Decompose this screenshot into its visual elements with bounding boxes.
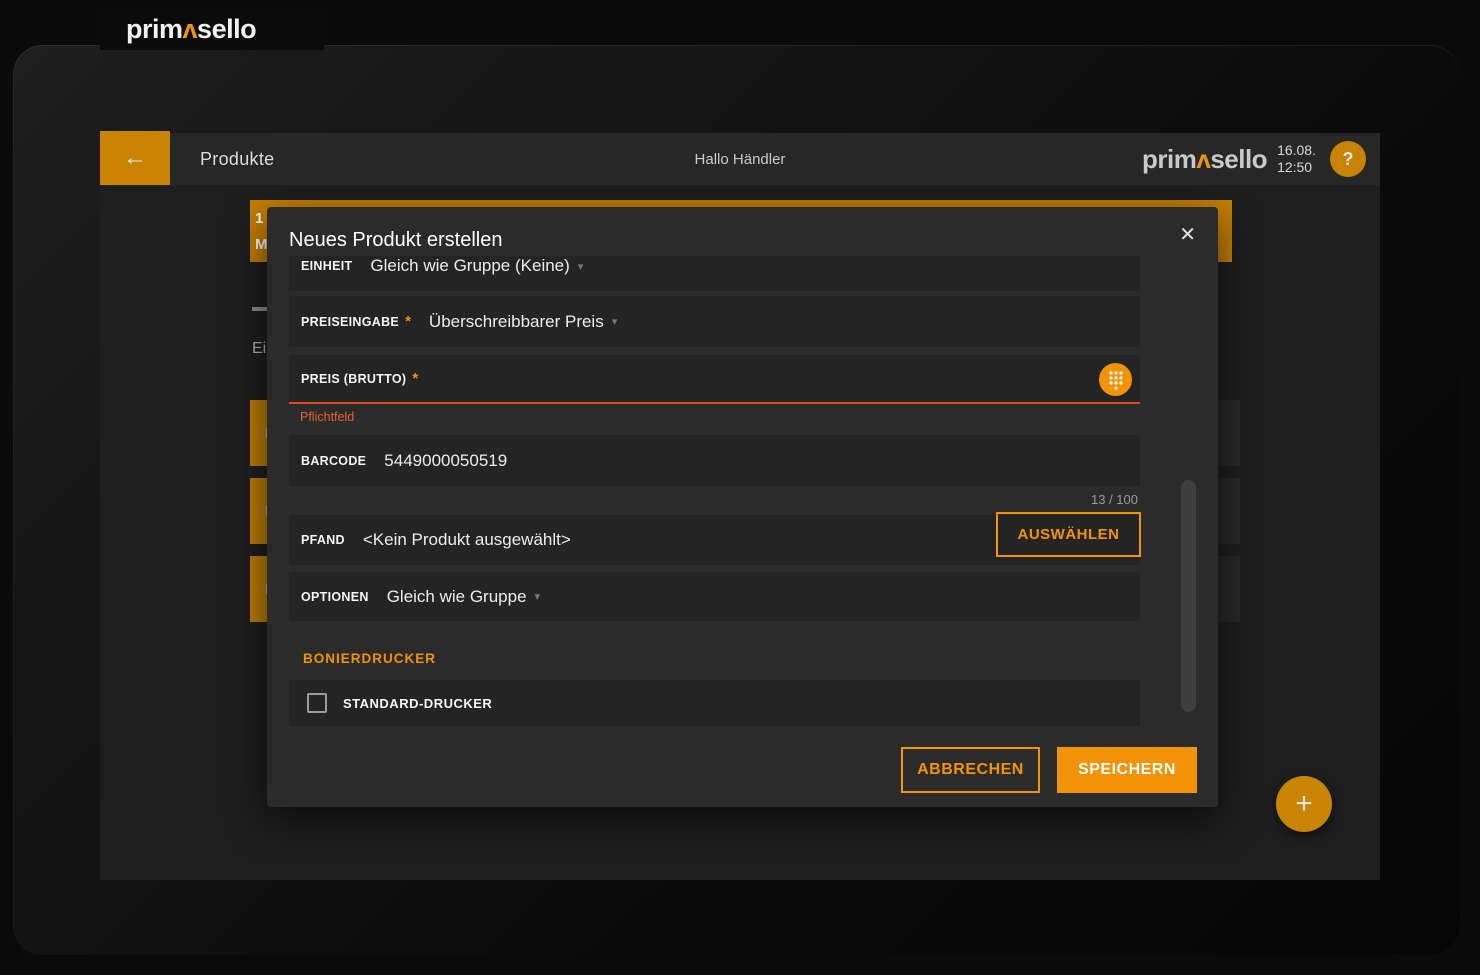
pflichtfeld-error: Pflichtfeld	[300, 410, 355, 424]
standard-drucker-checkbox[interactable]	[307, 693, 327, 713]
preiseingabe-value: Überschreibbarer Preis	[428, 311, 604, 331]
chevron-down-icon: ▾	[577, 260, 584, 273]
close-icon: ✕	[1179, 224, 1196, 246]
standard-drucker-row[interactable]: STANDARD-DRUCKER	[289, 680, 1140, 726]
preiseingabe-label: PREISEINGABE	[301, 314, 400, 329]
barcode-field[interactable]: BARCODE 5449000050519	[289, 435, 1140, 486]
required-asterisk: *	[405, 313, 411, 330]
pfand-value: <Kein Produkt ausgewählt>	[362, 530, 571, 549]
header-bar: ← Produkte Hallo Händler primʌsello 16.0…	[100, 131, 1380, 185]
modal-title: Neues Produkt erstellen	[289, 229, 503, 251]
einheit-label: EINHEIT	[301, 259, 353, 273]
preis-brutto-label: PREIS (BRUTTO)	[301, 371, 407, 386]
back-button[interactable]: ←	[100, 131, 170, 185]
modal-footer: ABBRECHEN SPEICHERN	[267, 733, 1218, 807]
help-icon: ?	[1342, 148, 1354, 169]
page-title: Produkte	[200, 148, 275, 169]
optionen-field[interactable]: OPTIONEN Gleich wie Gruppe ▾	[289, 572, 1140, 621]
logo-caret-icon: ʌ	[182, 13, 198, 44]
background-partial-label: Ei	[252, 340, 267, 357]
modal-scrollbar[interactable]	[1181, 480, 1196, 712]
einheit-value: Gleich wie Gruppe (Keine)	[370, 256, 570, 275]
logo-caret-icon: ʌ	[1196, 143, 1211, 174]
time-text: 12:50	[1277, 159, 1313, 175]
optionen-value: Gleich wie Gruppe	[386, 586, 527, 606]
optionen-label: OPTIONEN	[301, 589, 369, 604]
dialpad-icon	[1108, 370, 1123, 390]
save-button[interactable]: SPEICHERN	[1057, 747, 1197, 793]
create-product-modal: Neues Produkt erstellen ✕ EINHEIT Gleich…	[267, 207, 1218, 807]
preiseingabe-field[interactable]: PREISEINGABE * Überschreibbarer Preis ▾	[289, 296, 1140, 347]
app-logo-tab: primʌsello	[100, 8, 324, 50]
bonierdrucker-section-header: BONIERDRUCKER	[303, 651, 437, 666]
barcode-value: 5449000050519	[384, 450, 508, 470]
standard-drucker-label: STANDARD-DRUCKER	[343, 695, 493, 711]
back-arrow-icon: ←	[123, 144, 147, 171]
pfand-select-button[interactable]: AUSWÄHLEN	[996, 512, 1141, 557]
required-asterisk: *	[412, 370, 419, 387]
chevron-down-icon: ▾	[534, 591, 541, 603]
datetime-display: 16.08. 12:50	[1277, 142, 1316, 177]
preis-brutto-field[interactable]: PREIS (BRUTTO) *	[289, 355, 1140, 404]
plus-icon: +	[1295, 787, 1313, 820]
date-text: 16.08.	[1277, 141, 1316, 158]
header-right-cluster: primʌsello 16.08. 12:50 ?	[1142, 141, 1380, 177]
help-button[interactable]: ?	[1330, 141, 1366, 177]
chevron-down-icon: ▾	[611, 316, 618, 328]
close-button[interactable]: ✕	[1179, 225, 1196, 245]
cancel-button[interactable]: ABBRECHEN	[901, 747, 1040, 793]
numpad-button[interactable]	[1099, 363, 1132, 396]
pfand-field: PFAND <Kein Produkt ausgewählt> AUSWÄHLE…	[289, 512, 1141, 565]
einheit-field[interactable]: EINHEIT Gleich wie Gruppe (Keine) ▾	[289, 256, 1140, 291]
add-product-fab[interactable]: +	[1276, 776, 1332, 832]
app-logo: primʌsello	[126, 13, 257, 44]
barcode-char-counter: 13 / 100	[1091, 492, 1138, 507]
barcode-label: BARCODE	[301, 453, 367, 468]
pfand-label: PFAND	[301, 533, 345, 547]
header-logo: primʌsello	[1142, 143, 1268, 174]
